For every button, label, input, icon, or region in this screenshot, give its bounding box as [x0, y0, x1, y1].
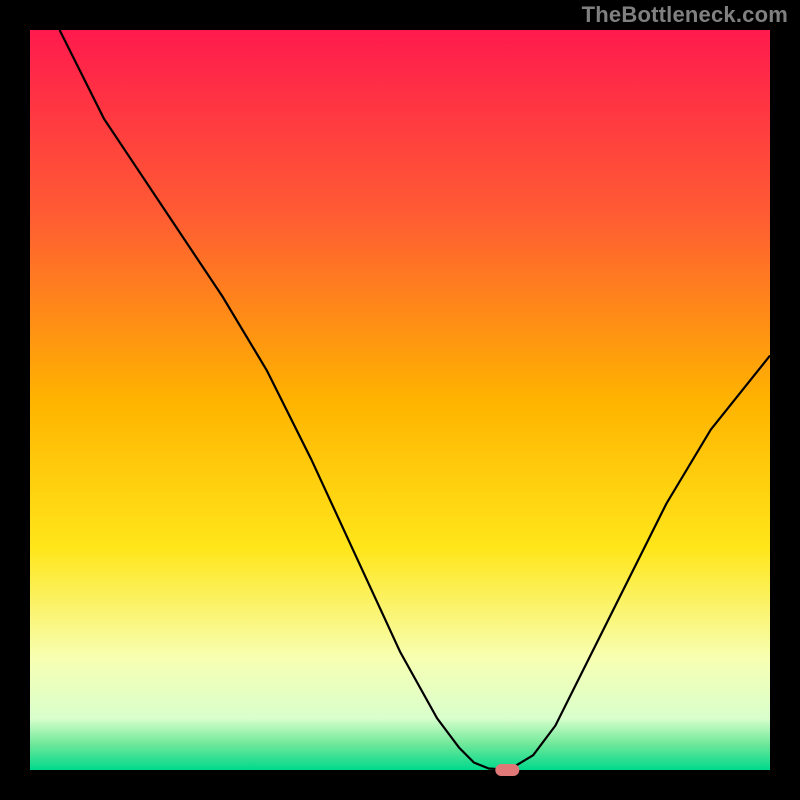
watermark-text: TheBottleneck.com: [582, 2, 788, 28]
chart-frame: TheBottleneck.com: [0, 0, 800, 800]
plot-background: [30, 30, 770, 770]
optimum-marker: [495, 764, 519, 776]
chart-svg: [0, 0, 800, 800]
